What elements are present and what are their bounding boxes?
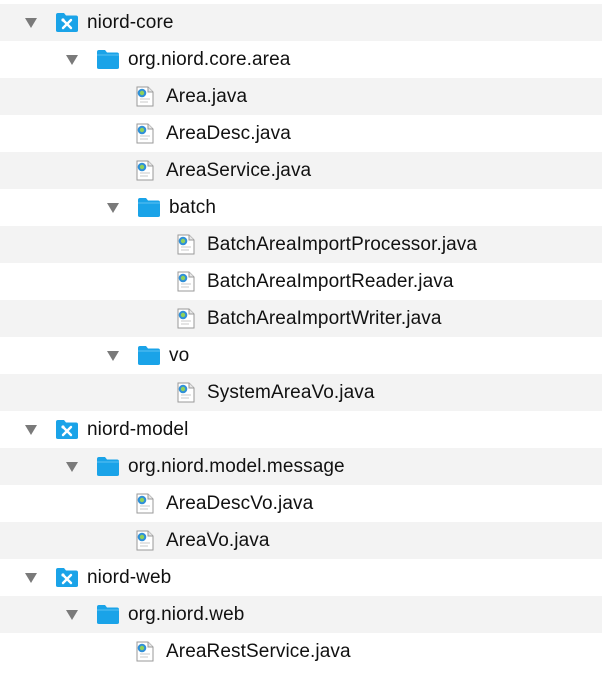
disclosure-triangle-icon[interactable]	[103, 189, 123, 226]
file-row[interactable]: BatchAreaImportProcessor.java	[0, 226, 602, 263]
file-row[interactable]: SystemAreaVo.java	[0, 374, 602, 411]
java-file-icon	[134, 123, 158, 144]
folder-icon	[137, 197, 161, 218]
tree-item-label: AreaVo.java	[166, 530, 270, 551]
java-file-icon	[134, 86, 158, 107]
project-icon	[55, 567, 79, 588]
file-row[interactable]: BatchAreaImportReader.java	[0, 263, 602, 300]
tree-item-label: niord-model	[87, 419, 189, 440]
tree-item-label: Area.java	[166, 86, 248, 107]
tree-item-label: vo	[169, 345, 190, 366]
disclosure-triangle-icon[interactable]	[21, 559, 41, 596]
project-row[interactable]: niord-core	[0, 4, 602, 41]
tree-item-label: org.niord.model.message	[128, 456, 345, 477]
disclosure-triangle-icon[interactable]	[62, 596, 82, 633]
tree-item-label: AreaService.java	[166, 160, 312, 181]
tree-item-label: AreaDescVo.java	[166, 493, 314, 514]
disclosure-triangle-icon[interactable]	[62, 41, 82, 78]
tree-item-label: AreaRestService.java	[166, 641, 351, 662]
tree-item-label: BatchAreaImportProcessor.java	[207, 234, 478, 255]
disclosure-triangle-icon[interactable]	[21, 4, 41, 41]
java-file-icon	[134, 493, 158, 514]
project-row[interactable]: niord-model	[0, 411, 602, 448]
folder-row[interactable]: vo	[0, 337, 602, 374]
java-file-icon	[175, 308, 199, 329]
disclosure-triangle-icon[interactable]	[21, 411, 41, 448]
java-file-icon	[175, 271, 199, 292]
file-row[interactable]: AreaDescVo.java	[0, 485, 602, 522]
folder-icon	[96, 604, 120, 625]
project-icon	[55, 12, 79, 33]
java-file-icon	[134, 641, 158, 662]
java-file-icon	[134, 530, 158, 551]
tree-item-label: SystemAreaVo.java	[207, 382, 375, 403]
tree-item-label: org.niord.core.area	[128, 49, 291, 70]
tree-item-label: niord-core	[87, 12, 174, 33]
tree-item-label: batch	[169, 197, 216, 218]
tree-item-label: BatchAreaImportWriter.java	[207, 308, 442, 329]
tree-item-label: org.niord.web	[128, 604, 245, 625]
file-row[interactable]: AreaRestService.java	[0, 633, 602, 670]
file-row[interactable]: AreaService.java	[0, 152, 602, 189]
folder-icon	[96, 456, 120, 477]
tree-item-label: BatchAreaImportReader.java	[207, 271, 454, 292]
file-row[interactable]: BatchAreaImportWriter.java	[0, 300, 602, 337]
tree-item-label: niord-web	[87, 567, 172, 588]
java-file-icon	[175, 234, 199, 255]
project-icon	[55, 419, 79, 440]
folder-row[interactable]: batch	[0, 189, 602, 226]
project-row[interactable]: niord-web	[0, 559, 602, 596]
disclosure-triangle-icon[interactable]	[62, 448, 82, 485]
folder-row[interactable]: org.niord.core.area	[0, 41, 602, 78]
java-file-icon	[134, 160, 158, 181]
file-row[interactable]: AreaDesc.java	[0, 115, 602, 152]
folder-icon	[137, 345, 161, 366]
folder-icon	[96, 49, 120, 70]
project-tree: niord-core org.niord.core.area Area.java Ar…	[0, 0, 602, 670]
file-row[interactable]: AreaVo.java	[0, 522, 602, 559]
folder-row[interactable]: org.niord.web	[0, 596, 602, 633]
folder-row[interactable]: org.niord.model.message	[0, 448, 602, 485]
java-file-icon	[175, 382, 199, 403]
file-row[interactable]: Area.java	[0, 78, 602, 115]
disclosure-triangle-icon[interactable]	[103, 337, 123, 374]
tree-item-label: AreaDesc.java	[166, 123, 291, 144]
